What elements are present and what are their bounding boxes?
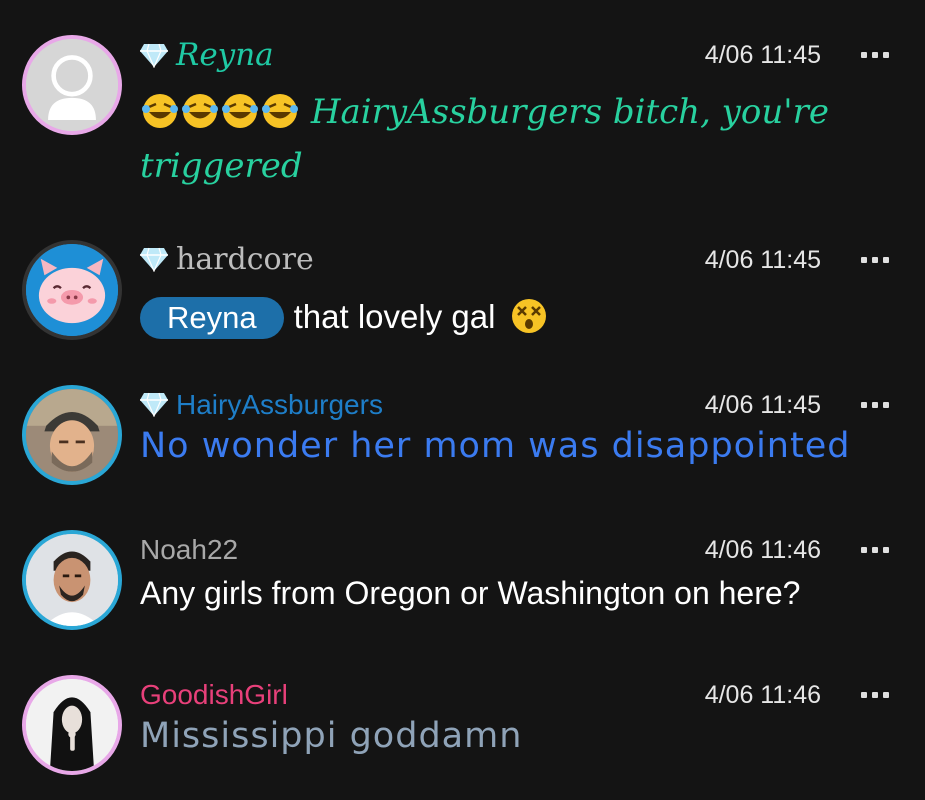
username-text: Reyna [176,37,274,73]
timestamp: 4/06 11:46 [704,536,821,564]
default-person-icon [26,39,118,131]
nun-silhouette-photo [26,679,118,771]
timestamp: 4/06 11:46 [704,681,821,709]
message-text: Reyna that lovely gal [140,294,865,340]
message-body: that lovely gal [293,298,496,335]
username[interactable]: Reyna [140,35,274,75]
pig-avatar-icon [26,244,118,336]
message-text: Any girls from Oregon or Washington on h… [140,575,801,611]
avatar[interactable] [22,675,122,775]
laughing-emoji-icon [142,94,178,128]
avatar[interactable] [22,35,122,135]
username-text: HairyAssburgers [176,389,383,420]
username[interactable]: HairyAssburgers [140,385,383,425]
username[interactable]: hardcore [140,240,314,280]
chat-feed: Reyna 4/06 11:45 HairyAssburgers bitch, … [0,0,925,800]
timestamp: 4/06 11:45 [704,41,821,69]
more-options-icon[interactable] [861,385,889,425]
message-text: No wonder her mom was disappointed [140,426,851,466]
username[interactable]: GoodishGirl [140,675,288,715]
more-options-icon[interactable] [861,530,889,570]
username[interactable]: Noah22 [140,530,238,570]
message-text: HairyAssburgers bitch, you're triggered [140,85,865,193]
avatar[interactable] [22,240,122,340]
diamond-icon [140,43,168,68]
message-text: Mississippi goddamn [140,716,523,756]
username-text: hardcore [176,242,314,277]
timestamp: 4/06 11:45 [704,391,821,419]
laughing-emoji-icon [222,94,258,128]
diamond-icon [140,247,168,272]
mention-chip[interactable]: Reyna [140,297,284,339]
avatar[interactable] [22,385,122,485]
dizzy-face-emoji-icon [511,299,546,333]
more-options-icon[interactable] [861,35,889,75]
more-options-icon[interactable] [861,675,889,715]
more-options-icon[interactable] [861,240,889,280]
timestamp: 4/06 11:45 [704,246,821,274]
man-selfie-photo [26,534,118,626]
laughing-emoji-icon [262,94,298,128]
laughing-emoji-icon [182,94,218,128]
diamond-icon [140,392,168,417]
man-with-cap-photo [26,389,118,481]
avatar[interactable] [22,530,122,630]
